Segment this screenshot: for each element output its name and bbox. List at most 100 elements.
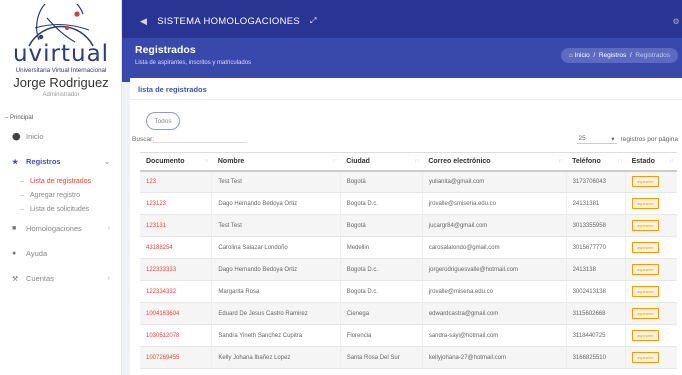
table-cell: 3118440725 [565,324,626,347]
table-cell: Medellin [339,236,423,259]
per-page-control: 25 ▾ registros por página [576,135,678,144]
column-header[interactable]: Documento ↑↓ [140,152,212,172]
expand-icon[interactable]: ⤢ [310,16,317,26]
status-badge: aspirante [632,220,659,231]
nav-section-label: – Principal [5,115,34,121]
sidebar-subitem-lista-solicitudes[interactable]: – Lista de solicitudes [0,202,122,216]
table-cell: 3173706043 [565,170,626,193]
registrados-panel: lista de registrados Todos Buscar: 25 ▾ … [130,76,682,375]
table-row[interactable]: 1004163604 Eduard De Jesus Castro Ramirez… [140,302,677,325]
table-cell: Santa Rosa Del Sur [339,346,423,369]
logo-subtitle: Universitaria Virtual Internacional [15,67,107,74]
table-cell: 3115602668 [565,302,626,325]
column-header-label: Correo electrónico [428,157,491,165]
table-cell[interactable]: 43188254 [140,236,212,259]
sidebar-nav: ⚫ Inicio ★ Registros ⌄ – Lista de regist… [0,124,122,291]
user-name: Jorge Rodriguez [13,75,109,90]
column-header[interactable]: Teléfono ↓↑ [566,152,626,172]
table-cell: jrovalle@smiseria.edu.co [421,192,567,215]
table-cell: 3166825510 [565,346,626,369]
table-row[interactable]: 122334332 Margarita Rosa Bogota D.c. jroval… [140,280,677,303]
registrados-table: Documento ↑↓ Nombre ↓↑ Ciudad ↓↑ Correo electr… [140,152,677,369]
sidebar-subitem-label: Agregar registro [30,191,81,199]
table-cell: aspirante [625,302,677,325]
status-badge: aspirante [632,176,659,188]
table-cell: aspirante [625,324,677,347]
table-cell: edwardcastra@gmail.com [421,302,567,325]
brand-logo[interactable]: uvirtual Universitaria Virtual Internaci… [5,4,117,100]
sidebar-item-registros[interactable]: ★ Registros ⌄ [0,149,122,174]
menu-toggle-icon[interactable]: ◀ [140,16,147,27]
column-header[interactable]: Ciudad ↓↑ [340,152,423,172]
table-cell[interactable]: 123131 [140,214,212,237]
status-badge: aspirante [632,242,659,253]
status-badge: aspirante [632,198,659,209]
table-cell: Test Test [211,170,341,193]
table-row[interactable]: 122333333 Dago Hernando Bedoya Ortiz Bogot… [140,258,677,281]
status-badge: aspirante [632,308,659,319]
per-page-select[interactable]: 25 ▾ [576,135,617,144]
sidebar-item-ayuda[interactable]: ● Ayuda [0,241,122,266]
status-badge: aspirante [632,352,659,363]
column-header[interactable]: Correo electrónico ↓↑ [422,152,567,172]
sidebar-subitem-label: Lista de registrados [30,177,92,185]
sidebar-item-label: Inicio [26,132,44,141]
sort-icon[interactable]: ↑↓ [204,158,209,164]
table-body: 123 Test Test Bogotá yulianita@gmail.com 317… [140,170,677,369]
table-cell: aspirante [625,170,677,193]
sidebar-item-cuentas[interactable]: ⚒ Cuentas › [0,266,122,291]
sidebar-item-inicio[interactable]: ⚫ Inicio [0,124,122,149]
search-input[interactable] [152,142,247,143]
table-cell: 3015677770 [565,236,626,259]
table-cell[interactable]: 122333333 [140,258,212,281]
table-cell: Cienega [339,302,423,325]
settings-icon[interactable]: ⚙ [673,17,680,26]
column-header-label: Teléfono [572,157,601,165]
table-cell: Bogota D.c. [339,258,423,281]
breadcrumb: ⌂ Inicio / Registros / Registrados [560,48,678,63]
table-cell[interactable]: 123 [140,170,212,193]
users-icon: ★ [12,158,19,166]
sidebar-item-homologaciones[interactable]: ■ Homologaciones › [0,216,122,241]
chevron-right-icon: › [107,225,110,232]
filter-todos-button[interactable]: Todos [146,112,180,130]
table-row[interactable]: 123123 Dago Hernando Bedoya Ortiz Bogota D… [140,192,677,215]
table-cell[interactable]: 1004163604 [140,302,212,325]
column-header[interactable]: Nombre ↓↑ [211,152,341,172]
sort-icon[interactable]: ↓↑ [618,158,623,164]
table-row[interactable]: 123131 Test Test Bogotá jucargr84@gmail.com… [140,214,677,237]
table-row[interactable]: 1030512078 Sandra Yineth Sanchez Cupitra F… [140,324,677,347]
column-header-label: Estado [631,157,655,165]
sort-icon[interactable]: ↓↑ [558,158,563,164]
sidebar-item-label: Ayuda [26,249,48,258]
sidebar-subitem-agregar-registro[interactable]: – Agregar registro [0,188,122,202]
status-badge: aspirante [632,330,659,341]
column-header[interactable]: Estado ↓↑ [625,152,677,172]
sidebar-subitem-lista-registrados[interactable]: – Lista de registrados [0,174,122,188]
table-cell[interactable]: 1030512078 [140,324,212,347]
table-cell: yulianita@gmail.com [421,170,567,193]
table-row[interactable]: 43188254 Carolina Salazar Londoño Medellin… [140,236,677,259]
breadcrumb-registros[interactable]: Registros [599,52,626,59]
column-header-label: Documento [146,157,185,165]
table-row[interactable]: 1007269455 Kelly Johana Ibañez Lopez Santa… [140,346,677,369]
table-cell: 3013355958 [565,214,626,237]
help-icon: ● [12,250,17,257]
sort-icon[interactable]: ↓↑ [669,158,674,164]
home-icon: ⌂ [568,52,573,59]
sidebar-item-label: Homologaciones [26,224,82,233]
sort-icon[interactable]: ↓↑ [332,158,337,164]
breadcrumb-current: Registrados [635,52,670,59]
table-cell: carosalalondo@gmail.com [421,236,567,259]
table-row[interactable]: 123 Test Test Bogotá yulianita@gmail.com 317… [140,170,677,193]
breadcrumb-home[interactable]: Inicio [575,52,590,59]
wrench-icon: ⚒ [12,275,19,283]
table-cell: aspirante [625,192,677,215]
table-cell: 3002413138 [565,280,626,303]
table-cell[interactable]: 1007269455 [140,346,212,369]
per-page-label: registros por página [620,136,678,143]
sort-icon[interactable]: ↓↑ [414,158,419,164]
table-cell[interactable]: 123123 [140,192,212,215]
table-cell: sandra-sayi@hotmail.com [421,324,567,347]
table-cell[interactable]: 122334332 [140,280,212,303]
